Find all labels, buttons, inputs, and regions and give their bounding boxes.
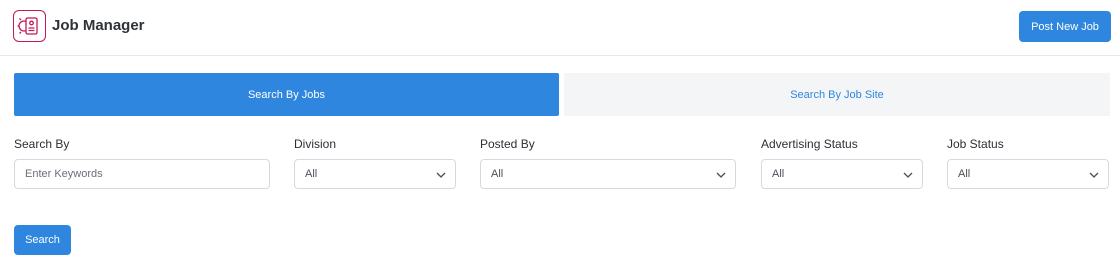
job-status-label: Job Status — [947, 137, 1004, 151]
posted-by-select[interactable]: All — [480, 159, 736, 189]
job-status-select[interactable]: All — [947, 159, 1109, 189]
division-selected-value: All — [305, 168, 318, 180]
search-keywords-placeholder: Enter Keywords — [25, 168, 103, 180]
search-by-label: Search By — [14, 137, 70, 151]
chevron-down-icon — [1089, 172, 1099, 178]
tab-search-by-jobs[interactable]: Search By Jobs — [14, 73, 559, 116]
posted-by-label: Posted By — [480, 137, 535, 151]
division-label: Division — [294, 137, 337, 151]
division-select[interactable]: All — [294, 159, 456, 189]
chevron-down-icon — [716, 172, 726, 178]
chevron-down-icon — [903, 172, 913, 178]
chevron-down-icon — [436, 172, 446, 178]
posted-by-selected-value: All — [491, 168, 504, 180]
job-gear-icon — [13, 10, 46, 42]
search-keywords-input[interactable]: Enter Keywords — [14, 159, 270, 189]
advertising-status-label: Advertising Status — [761, 137, 858, 151]
advertising-status-selected-value: All — [772, 168, 785, 180]
advertising-status-select[interactable]: All — [761, 159, 923, 189]
app-header: Job Manager Post New Job — [0, 0, 1120, 56]
tab-search-by-job-site[interactable]: Search By Job Site — [564, 73, 1110, 116]
post-new-job-button[interactable]: Post New Job — [1019, 11, 1111, 42]
app-title: Job Manager — [52, 17, 145, 34]
job-status-selected-value: All — [958, 168, 971, 180]
search-button[interactable]: Search — [14, 225, 71, 255]
